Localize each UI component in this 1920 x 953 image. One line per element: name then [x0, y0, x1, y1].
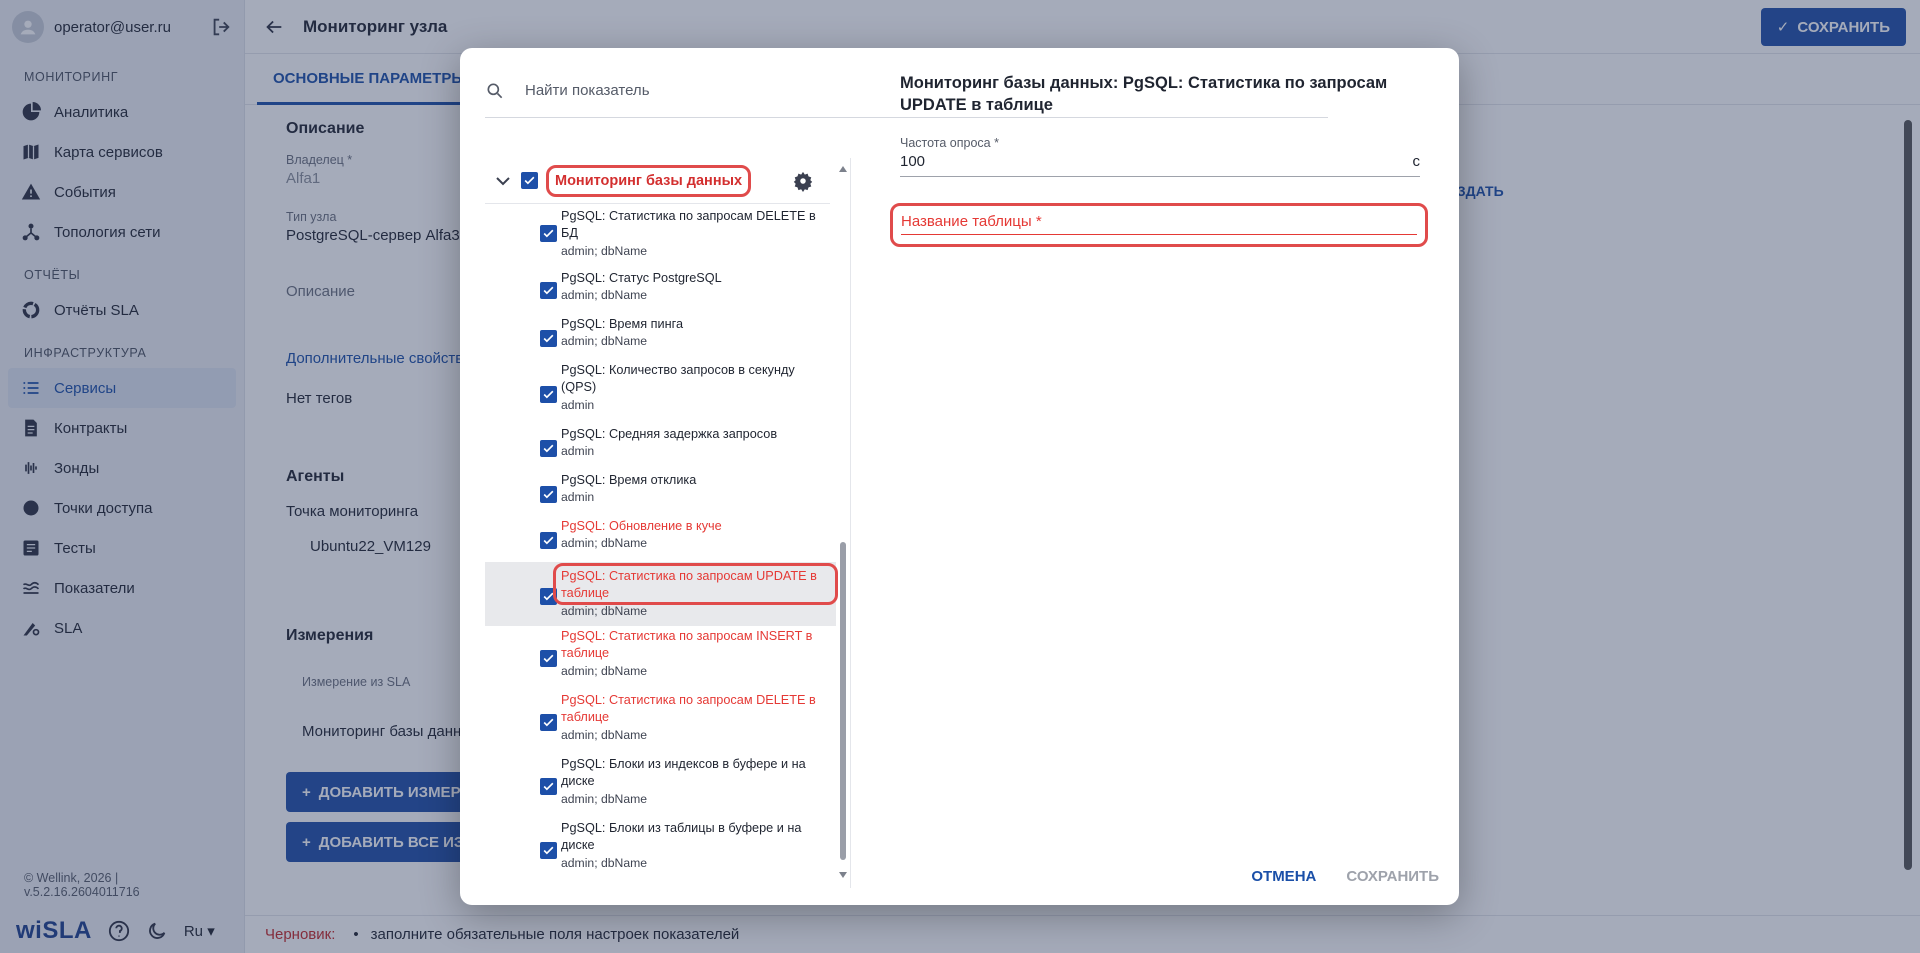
- scroll-down-icon[interactable]: [839, 872, 847, 878]
- dialog-save-button[interactable]: СОХРАНИТЬ: [1346, 868, 1439, 885]
- item-name: PgSQL: Количество запросов в секунду (QP…: [561, 363, 795, 394]
- item-name: PgSQL: Блоки из таблицы в буфере и на ди…: [561, 821, 802, 852]
- item-sub: admin; dbName: [561, 792, 648, 806]
- item-sub: admin; dbName: [561, 664, 648, 678]
- metric-list: PgSQL: Статистика по запросам DELETE в Б…: [485, 204, 851, 888]
- detail-title: Мониторинг базы данных: PgSQL: Статистик…: [900, 74, 1388, 114]
- list-item[interactable]: PgSQL: Статистика по запросам DELETE в т…: [485, 690, 836, 754]
- table-name-field[interactable]: Название таблицы *: [890, 203, 1428, 247]
- freq-unit: с: [1412, 153, 1421, 170]
- freq-field[interactable]: 100 с: [900, 150, 1420, 177]
- gear-icon[interactable]: [792, 170, 814, 192]
- list-item[interactable]: PgSQL: Средняя задержка запросов admin: [485, 424, 836, 470]
- item-sub: admin; dbName: [561, 244, 648, 258]
- item-name: PgSQL: Статус PostgreSQL: [561, 271, 722, 285]
- list-item[interactable]: PgSQL: Время отклика admin: [485, 470, 836, 516]
- highlight-box: [553, 563, 838, 605]
- cancel-button[interactable]: ОТМЕНА: [1251, 868, 1316, 885]
- metric-dialog: Мониторинг базы данных PgSQL: Статистика…: [460, 48, 1459, 905]
- item-name: PgSQL: Средняя задержка запросов: [561, 427, 778, 441]
- item-checkbox[interactable]: [540, 386, 557, 403]
- item-sub: admin; dbName: [561, 334, 648, 348]
- item-name: PgSQL: Блоки из индексов в буфере и на д…: [561, 757, 806, 788]
- list-scrollbar[interactable]: [836, 158, 850, 888]
- search-input[interactable]: [525, 82, 845, 99]
- list-item[interactable]: PgSQL: Блоки из таблицы в буфере и на ди…: [485, 818, 836, 882]
- item-sub: admin; dbName: [561, 728, 648, 742]
- list-item[interactable]: PgSQL: Количество запросов в секунду (QP…: [485, 360, 836, 424]
- list-item[interactable]: PgSQL: Статус PostgreSQL admin; dbName: [485, 268, 836, 314]
- item-checkbox[interactable]: [540, 650, 557, 667]
- item-sub: admin; dbName: [561, 856, 648, 870]
- list-item[interactable]: PgSQL: Статистика по запросам INSERT в т…: [485, 626, 836, 690]
- item-checkbox[interactable]: [540, 842, 557, 859]
- item-checkbox[interactable]: [540, 778, 557, 795]
- item-checkbox[interactable]: [540, 330, 557, 347]
- group-checkbox[interactable]: [521, 172, 538, 189]
- table-name-label: Название таблицы *: [901, 213, 1417, 235]
- item-checkbox[interactable]: [540, 225, 557, 242]
- list-item[interactable]: PgSQL: Время пинга admin; dbName: [485, 314, 836, 360]
- item-checkbox[interactable]: [540, 714, 557, 731]
- freq-value: 100: [900, 153, 926, 170]
- item-name: PgSQL: Статистика по запросам INSERT в т…: [561, 629, 813, 660]
- list-item[interactable]: PgSQL: Блоки из индексов в буфере и на д…: [485, 754, 836, 818]
- freq-label: Частота опроса *: [900, 136, 999, 150]
- divider: [850, 158, 851, 888]
- list-item-selected[interactable]: PgSQL: Статистика по запросам UPDATE в т…: [485, 562, 838, 626]
- scroll-thumb[interactable]: [840, 542, 846, 860]
- item-name: PgSQL: Статистика по запросам DELETE в т…: [561, 693, 816, 724]
- item-name: PgSQL: Время пинга: [561, 317, 684, 331]
- scroll-up-icon[interactable]: [839, 166, 847, 172]
- search-icon: [487, 83, 503, 98]
- item-sub: admin: [561, 490, 595, 504]
- item-checkbox[interactable]: [540, 532, 557, 549]
- item-checkbox[interactable]: [540, 282, 557, 299]
- item-sub: admin; dbName: [561, 604, 648, 618]
- dialog-actions: ОТМЕНА СОХРАНИТЬ: [1251, 868, 1439, 885]
- item-name: PgSQL: Статистика по запросам DELETE в Б…: [561, 209, 816, 240]
- group-row[interactable]: Мониторинг базы данных: [485, 158, 830, 204]
- item-checkbox[interactable]: [540, 486, 557, 503]
- list-item[interactable]: PgSQL: Статистика по запросам DELETE в Б…: [485, 204, 836, 268]
- item-name: PgSQL: Обновление в куче: [561, 519, 722, 533]
- item-sub: admin: [561, 444, 595, 458]
- item-checkbox[interactable]: [540, 440, 557, 457]
- item-sub: admin; dbName: [561, 536, 648, 550]
- item-name: PgSQL: Время отклика: [561, 473, 697, 487]
- list-item[interactable]: PgSQL: Обновление в куче admin; dbName: [485, 516, 836, 562]
- item-sub: admin: [561, 398, 595, 412]
- chevron-down-icon[interactable]: [491, 169, 515, 193]
- group-label: Мониторинг базы данных: [546, 164, 752, 197]
- detail-pane: Мониторинг базы данных: PgSQL: Статистик…: [900, 72, 1420, 177]
- item-sub: admin; dbName: [561, 288, 648, 302]
